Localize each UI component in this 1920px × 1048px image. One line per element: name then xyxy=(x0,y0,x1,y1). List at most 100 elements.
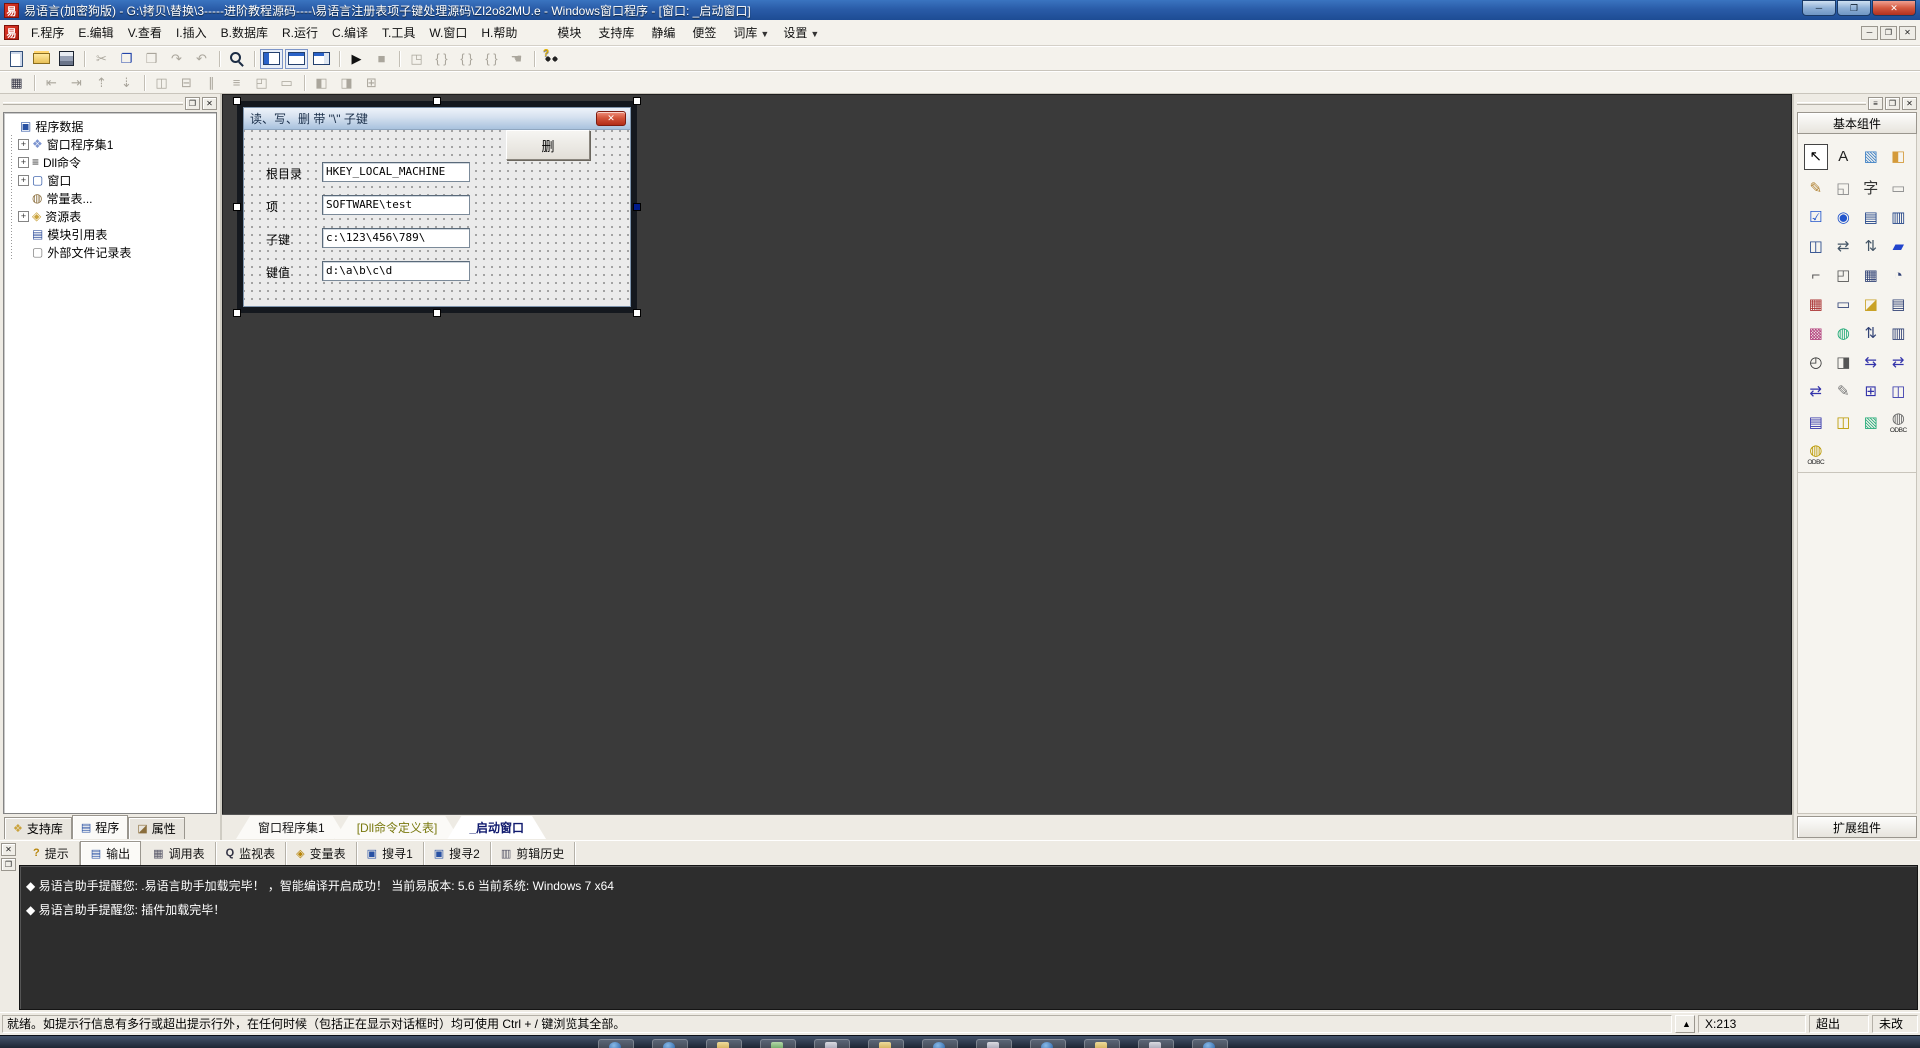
selection-handle[interactable] xyxy=(233,203,241,211)
separator[interactable] xyxy=(300,73,308,93)
edit-box[interactable]: ▭ xyxy=(1831,295,1855,315)
same-height[interactable]: ≡ xyxy=(225,73,248,93)
pause[interactable]: ☚ xyxy=(505,49,528,69)
save-file[interactable] xyxy=(55,49,78,69)
document-tab[interactable]: _启动窗口 xyxy=(447,816,546,839)
menu-item[interactable]: 便签 xyxy=(685,21,726,44)
text-field[interactable]: d:\a\b\c\d xyxy=(322,261,470,281)
minimize-button[interactable]: ─ xyxy=(1802,0,1836,16)
file-list[interactable]: ▤ xyxy=(1804,411,1828,434)
shape-box[interactable]: ◧ xyxy=(1886,144,1910,170)
tree-expand-box[interactable]: + xyxy=(18,210,29,222)
separator[interactable] xyxy=(80,49,88,69)
stop[interactable]: ■ xyxy=(370,49,393,69)
text-field[interactable]: c:\123\456\789\ xyxy=(322,228,470,248)
space-horizontal[interactable]: ◰ xyxy=(250,73,273,93)
center-vertical[interactable]: ⊟ xyxy=(175,73,198,93)
tree-item[interactable]: + ▢ 窗口 xyxy=(6,171,214,189)
restore-button[interactable]: ❐ xyxy=(1837,0,1871,16)
selection-handle[interactable] xyxy=(233,309,241,317)
tree-item[interactable]: + ◈ 资源表 xyxy=(6,207,214,225)
menu-item[interactable]: E.编辑 xyxy=(71,21,120,44)
taskbar-app[interactable] xyxy=(706,1039,742,1048)
document-tab[interactable]: 窗口程序集1 xyxy=(236,816,347,839)
output-log[interactable]: ◆ 易语言助手提醒您: .易语言助手加载完毕！ ，智能编译开启成功！ 当前易版本… xyxy=(19,865,1918,1010)
picture-box[interactable]: ▧ xyxy=(1859,144,1883,170)
taskbar-app[interactable] xyxy=(868,1039,904,1048)
mdi-close-button[interactable]: ✕ xyxy=(1899,25,1916,40)
tree-item[interactable]: + ≡ Dll命令 xyxy=(6,153,214,171)
text-field[interactable]: HKEY_LOCAL_MACHINE xyxy=(322,162,470,182)
tree-item[interactable]: ◍ 常量表... xyxy=(6,189,214,207)
panel-close-button[interactable]: ✕ xyxy=(202,96,217,110)
selection-handle[interactable] xyxy=(633,97,641,105)
same-width[interactable]: ∥ xyxy=(200,73,223,93)
smart-find[interactable] xyxy=(540,48,563,69)
tree-item[interactable]: ▣ 程序数据 xyxy=(6,117,214,135)
taskbar-app[interactable] xyxy=(1138,1039,1174,1048)
separator[interactable] xyxy=(250,49,258,69)
taskbar-app[interactable] xyxy=(598,1039,634,1048)
group-list[interactable]: ◫ xyxy=(1804,237,1828,257)
redo[interactable]: ↷ xyxy=(165,49,188,69)
panel-box[interactable]: ▭ xyxy=(1886,179,1910,199)
paste[interactable]: ❒ xyxy=(140,49,163,69)
menu-item[interactable]: F.程序 xyxy=(24,21,71,44)
layout-left[interactable] xyxy=(260,48,283,69)
left-panel-tab[interactable]: ❖ 支持库 xyxy=(4,817,72,839)
taskbar-app[interactable] xyxy=(760,1039,796,1048)
dialog-close-button[interactable]: ✕ xyxy=(596,111,626,126)
document[interactable]: ▤ xyxy=(1886,295,1910,315)
close-button[interactable]: ✕ xyxy=(1872,0,1916,16)
left-panel-tab[interactable]: ▤ 程序 xyxy=(71,815,129,839)
menu-item[interactable]: R.运行 xyxy=(275,21,325,44)
form-selection-frame[interactable]: 读、写、删 带 "\" 子键 ✕ 根目录 HKEY_LOCAL_MACHINE xyxy=(233,97,641,317)
month-calendar[interactable]: ▦ xyxy=(1804,295,1828,315)
menu-item[interactable]: V.查看 xyxy=(121,21,169,44)
menu-item[interactable]: W.窗口 xyxy=(422,21,474,44)
output-tab[interactable]: ▤ 输出 xyxy=(79,840,142,866)
odbc-pair[interactable]: ◍ ODBC xyxy=(1886,411,1910,434)
step-into[interactable]: { } xyxy=(430,49,453,69)
cut[interactable]: ✂ xyxy=(90,49,113,69)
output-restore-button[interactable]: ❐ xyxy=(1,858,16,871)
tree-expand-box[interactable]: + xyxy=(18,156,29,168)
selection-handle[interactable] xyxy=(233,97,241,105)
output-tab[interactable]: ◈ 变量表 xyxy=(286,841,357,865)
left-panel-tab[interactable]: ◪ 属性 xyxy=(128,817,185,839)
clock[interactable]: ◴ xyxy=(1804,353,1828,373)
layout-split[interactable] xyxy=(310,49,333,69)
run[interactable]: ▶ xyxy=(345,49,368,69)
ruler[interactable]: ⌐ xyxy=(1804,266,1828,286)
mdi-minimize-button[interactable]: ─ xyxy=(1861,25,1878,40)
selection-handle[interactable] xyxy=(433,97,441,105)
combo-box[interactable]: ▥ xyxy=(1886,208,1910,228)
output-close-button[interactable]: ✕ xyxy=(1,843,16,856)
size-to-grid[interactable]: ⊞ xyxy=(360,73,383,93)
taskbar-app[interactable] xyxy=(1084,1039,1120,1048)
rich-edit[interactable]: ✎ xyxy=(1804,179,1828,199)
color-picker[interactable]: ▩ xyxy=(1804,324,1828,344)
selection-handle[interactable] xyxy=(433,309,441,317)
server-socket[interactable]: ⇄ xyxy=(1886,353,1910,373)
align-bottom[interactable]: ⇣ xyxy=(115,73,138,93)
odbc-source[interactable]: ◍ ODBC xyxy=(1804,443,1828,466)
output-tab[interactable]: ▦ 调用表 xyxy=(143,841,216,865)
selection-handle[interactable] xyxy=(633,203,641,211)
layout-top[interactable] xyxy=(285,48,308,69)
report-list[interactable]: ◫ xyxy=(1886,382,1910,402)
debug-window[interactable]: ◳ xyxy=(405,49,428,69)
tip-scroll-up-button[interactable]: ▲ xyxy=(1675,1015,1695,1033)
step-out[interactable]: { } xyxy=(480,49,503,69)
menu-item[interactable]: 词库 ▼ xyxy=(726,21,776,44)
form-designer-area[interactable]: 读、写、删 带 "\" 子键 ✕ 根目录 HKEY_LOCAL_MACHINE xyxy=(222,94,1792,814)
font-label[interactable]: 字 xyxy=(1859,179,1883,199)
tree-expand-box[interactable]: + xyxy=(18,174,29,186)
tab-control[interactable]: ◰ xyxy=(1831,266,1855,286)
open-file[interactable] xyxy=(30,49,53,69)
client-socket[interactable]: ⇆ xyxy=(1859,353,1883,373)
tree-item[interactable]: ▢ 外部文件记录表 xyxy=(6,243,214,261)
find[interactable] xyxy=(225,49,248,69)
timer[interactable]: ◔ xyxy=(1886,266,1910,286)
designed-dialog[interactable]: 读、写、删 带 "\" 子键 ✕ 根目录 HKEY_LOCAL_MACHINE xyxy=(243,107,631,307)
